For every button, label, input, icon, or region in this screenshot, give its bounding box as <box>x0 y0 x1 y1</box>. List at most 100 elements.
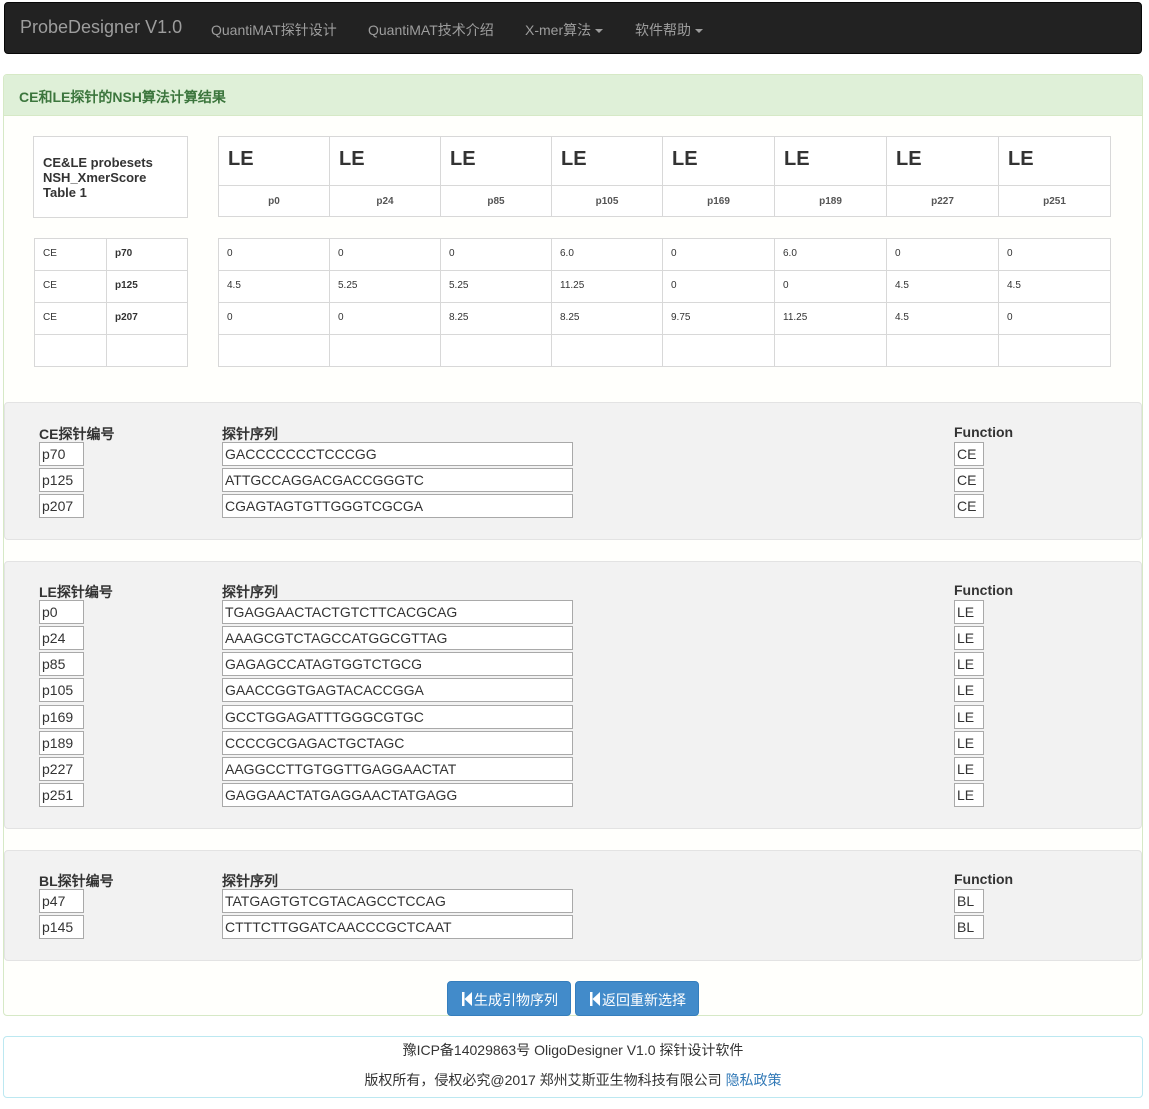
chevron-down-icon <box>595 29 604 34</box>
matrix-row-type: CE <box>34 302 107 335</box>
matrix-row-type-text: CE <box>43 312 57 323</box>
le-column-type: LE <box>672 148 698 170</box>
matrix-score-cell <box>218 334 330 367</box>
privacy-policy-link[interactable]: 隐私政策 <box>726 1072 782 1088</box>
matrix-row-type: CE <box>34 270 107 303</box>
nav-probe-design[interactable]: QuantiMAT探针设计 <box>211 20 337 40</box>
nav-xmer-dropdown[interactable]: X-mer算法 <box>525 20 604 40</box>
le-column-type: LE <box>339 148 365 170</box>
matrix-row-probe: p125 <box>106 270 188 303</box>
matrix-score-cell: 5.25 <box>440 270 552 303</box>
bl-probe-func-field[interactable]: BL <box>954 889 984 913</box>
le-probe-seq-field[interactable]: TGAGGAACTACTGTCTTCACGCAG <box>222 600 573 624</box>
le-probe-func-field[interactable]: LE <box>954 756 984 781</box>
ce-probe-seq-field[interactable]: CGAGTAGTGTTGGGTCGCGA <box>222 494 573 518</box>
matrix-row-probe: p207 <box>106 302 188 335</box>
matrix-score-cell: 4.5 <box>998 270 1111 303</box>
matrix-score-cell <box>551 334 663 367</box>
le-column-header: LE <box>774 136 887 186</box>
panel-heading: CE和LE探针的NSH算法计算结果 <box>4 75 1142 116</box>
le-column-header: LE <box>440 136 552 186</box>
le-probe-id-field[interactable]: p251 <box>39 783 84 808</box>
ce-probe-func-field[interactable]: CE <box>954 442 984 466</box>
le-column-header: LE <box>329 136 441 186</box>
le-probe-seq-field[interactable]: GAACCGGTGAGTACACCGGA <box>222 678 573 703</box>
matrix-score-cell-text: 4.5 <box>1007 280 1021 291</box>
nav-help-dropdown[interactable]: 软件帮助 <box>635 20 703 40</box>
bl-probe-seq-field[interactable]: TATGAGTGTCGTACAGCCTCCAG <box>222 889 573 913</box>
bl-id-header: BL探针编号 <box>39 873 114 889</box>
le-probe-func-field[interactable]: LE <box>954 678 984 703</box>
le-column-type: LE <box>896 148 922 170</box>
matrix-score-cell: 0 <box>886 238 999 271</box>
le-probe-id-field[interactable]: p227 <box>39 756 84 781</box>
le-column-type: LE <box>228 148 254 170</box>
ce-probe-id-field[interactable]: p70 <box>39 442 84 466</box>
generate-primer-button[interactable]: 生成引物序列 <box>447 981 571 1016</box>
le-probe-id-field[interactable]: p105 <box>39 678 84 703</box>
bl-probe-func-field[interactable]: BL <box>954 915 984 939</box>
bl-probe-seq-field[interactable]: CTTTCTTGGATCAACCCGCTCAAT <box>222 915 573 939</box>
matrix-score-cell: 0 <box>662 270 775 303</box>
bl-probe-id-field[interactable]: p145 <box>39 915 84 939</box>
le-probe-func-field[interactable]: LE <box>954 600 984 624</box>
le-probe-seq-field[interactable]: AAGGCCTTGTGGTTGAGGAACTAT <box>222 756 573 781</box>
nav-tech-intro[interactable]: QuantiMAT技术介绍 <box>368 20 494 40</box>
matrix-score-cell <box>774 334 887 367</box>
matrix-score-cell-text: 0 <box>671 280 677 291</box>
matrix-score-cell-text: 9.75 <box>671 312 691 323</box>
le-column-probe: p189 <box>774 185 887 217</box>
le-probe-id-field[interactable]: p85 <box>39 652 84 677</box>
matrix-score-cell: 6.0 <box>774 238 887 271</box>
le-probe-seq-field[interactable]: CCCCGCGAGACTGCTAGC <box>222 730 573 755</box>
le-probe-id-field[interactable]: p24 <box>39 626 84 651</box>
matrix-score-cell-text: 4.5 <box>227 280 241 291</box>
le-probe-func-field[interactable]: LE <box>954 730 984 755</box>
le-probe-seq-field[interactable]: GCCTGGAGATTTGGGCGTGC <box>222 704 573 729</box>
le-seq-header: 探针序列 <box>222 584 278 600</box>
ce-probe-seq-field[interactable]: GACCCCCCCTCCCGG <box>222 442 573 466</box>
le-probe-seq-field[interactable]: GAGGAACTATGAGGAACTATGAGG <box>222 783 573 808</box>
corner-line-2: NSH_XmerScore <box>43 170 147 185</box>
le-probe-id-field[interactable]: p169 <box>39 704 84 729</box>
le-column-type: LE <box>1008 148 1034 170</box>
le-probe-id-field[interactable]: p0 <box>39 600 84 624</box>
le-probe-func-field[interactable]: LE <box>954 652 984 677</box>
brand-link[interactable]: ProbeDesigner V1.0 <box>20 17 182 38</box>
ce-probe-func-field[interactable]: CE <box>954 494 984 518</box>
matrix-score-cell-text: 8.25 <box>560 312 580 323</box>
matrix-score-cell: 0 <box>774 270 887 303</box>
matrix-score-cell-text: 0 <box>227 312 233 323</box>
ce-seq-header: 探针序列 <box>222 426 278 442</box>
ce-probe-id-field[interactable]: p125 <box>39 468 84 492</box>
ce-probe-func-field[interactable]: CE <box>954 468 984 492</box>
le-probe-func-field[interactable]: LE <box>954 704 984 729</box>
matrix-row-probe-text: p125 <box>115 280 138 291</box>
back-reselect-button[interactable]: 返回重新选择 <box>575 981 699 1016</box>
chevron-down-icon <box>695 29 703 34</box>
le-column-probe: p85 <box>440 185 552 217</box>
matrix-score-cell: 8.25 <box>551 302 663 335</box>
matrix-corner-label: CE&LE probesets NSH_XmerScore Table 1 <box>33 136 188 218</box>
bl-probe-id-field[interactable]: p47 <box>39 889 84 913</box>
le-probe-id-field[interactable]: p189 <box>39 730 84 755</box>
ce-probe-seq-field[interactable]: ATTGCCAGGACGACCGGGTC <box>222 468 573 492</box>
le-probe-seq-field[interactable]: GAGAGCCATAGTGGTCTGCG <box>222 652 573 677</box>
le-probe-func-field[interactable]: LE <box>954 783 984 808</box>
matrix-score-cell-text: 0 <box>227 248 233 259</box>
matrix-score-cell-text: 0 <box>338 248 344 259</box>
matrix-score-cell: 0 <box>329 302 441 335</box>
page-footer: 豫ICP备14029863号 OligoDesigner V1.0 探针设计软件… <box>3 1036 1143 1098</box>
matrix-score-cell: 0 <box>998 238 1111 271</box>
matrix-score-cell-text: 4.5 <box>895 280 909 291</box>
le-column-type: LE <box>784 148 810 170</box>
le-probe-func-field[interactable]: LE <box>954 626 984 651</box>
le-probe-seq-field[interactable]: AAAGCGTCTAGCCATGGCGTTAG <box>222 626 573 651</box>
matrix-row-probe: p70 <box>106 238 188 271</box>
corner-line-3: Table 1 <box>43 185 87 200</box>
matrix-score-cell-text: 0 <box>783 280 789 291</box>
matrix-score-cell: 4.5 <box>886 302 999 335</box>
top-navbar: ProbeDesigner V1.0 QuantiMAT探针设计 QuantiM… <box>4 2 1142 54</box>
matrix-row-probe <box>106 334 188 367</box>
ce-probe-id-field[interactable]: p207 <box>39 494 84 518</box>
